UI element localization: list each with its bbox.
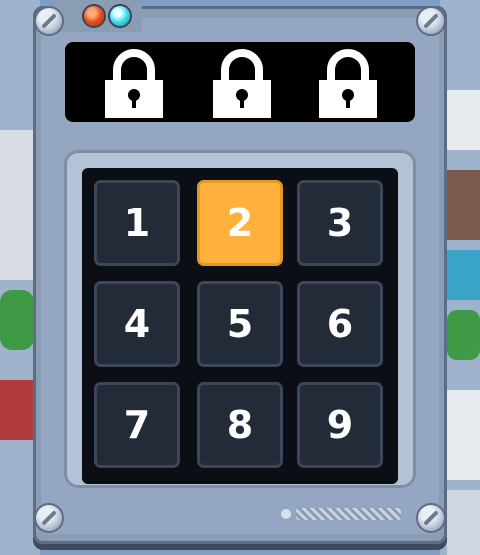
key-2[interactable]: 2 (197, 180, 283, 266)
key-8[interactable]: 8 (197, 382, 283, 468)
screw-icon (418, 505, 444, 531)
key-4[interactable]: 4 (94, 281, 180, 367)
key-7[interactable]: 7 (94, 382, 180, 468)
lock-status-panel (65, 42, 415, 122)
key-1[interactable]: 1 (94, 180, 180, 266)
cyan-indicator-light-icon (110, 6, 130, 26)
red-indicator-light-icon (84, 6, 104, 26)
key-9[interactable]: 9 (297, 382, 383, 468)
key-6[interactable]: 6 (297, 281, 383, 367)
indicator-dot (281, 509, 291, 519)
screw-icon (418, 8, 444, 34)
padlock-locked-icon (213, 49, 271, 118)
screw-icon (36, 505, 62, 531)
padlock-locked-icon (319, 49, 377, 118)
vent-grille (296, 508, 401, 520)
key-5[interactable]: 5 (197, 281, 283, 367)
padlock-locked-icon (105, 49, 163, 118)
indicator-housing (50, 0, 142, 32)
screw-icon (36, 8, 62, 34)
key-3[interactable]: 3 (297, 180, 383, 266)
keypad: 1 2 3 4 5 6 7 8 9 (82, 168, 398, 484)
